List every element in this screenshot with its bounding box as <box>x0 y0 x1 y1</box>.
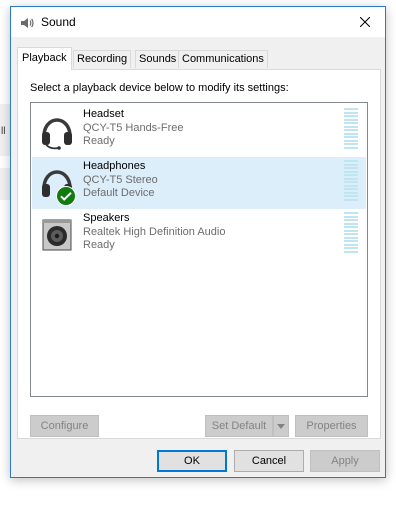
set-default-dropdown[interactable] <box>273 415 289 437</box>
tab-communications[interactable]: Communications <box>178 50 268 68</box>
chevron-down-icon <box>277 423 285 429</box>
device-list[interactable]: Headset QCY-T5 Hands-Free Ready Headphon… <box>30 102 368 397</box>
default-check-icon <box>56 186 76 206</box>
device-status: Ready <box>83 135 115 147</box>
window-title: Sound <box>41 15 76 29</box>
sound-dialog: Sound Playback Recording Sounds Communic… <box>10 6 386 478</box>
set-default-button[interactable]: Set Default <box>205 415 273 437</box>
tab-recording[interactable]: Recording <box>73 50 132 68</box>
device-row-speakers[interactable]: Speakers Realtek High Definition Audio R… <box>32 209 366 261</box>
close-button[interactable] <box>345 7 385 37</box>
device-name: Headphones <box>83 160 146 172</box>
device-name: Headset <box>83 108 124 120</box>
level-meter <box>344 212 358 255</box>
background-app-text: ll <box>1 126 6 137</box>
ok-button[interactable]: OK <box>157 450 227 472</box>
device-status: Default Device <box>83 187 155 199</box>
close-icon <box>360 17 370 27</box>
device-model: QCY-T5 Hands-Free <box>83 121 184 134</box>
cancel-button[interactable]: Cancel <box>234 450 304 472</box>
device-name: Speakers <box>83 212 130 224</box>
configure-button[interactable]: Configure <box>30 415 99 437</box>
device-model: Realtek High Definition Audio <box>83 225 226 238</box>
level-meter <box>344 108 358 151</box>
tab-sounds[interactable]: Sounds <box>135 50 181 68</box>
apply-button[interactable]: Apply <box>310 450 380 472</box>
device-status: Ready <box>83 239 115 251</box>
device-row-headset[interactable]: Headset QCY-T5 Hands-Free Ready <box>32 105 366 157</box>
level-meter <box>344 160 358 203</box>
headset-icon <box>42 118 72 150</box>
tab-playback[interactable]: Playback <box>17 47 72 70</box>
speaker-icon <box>21 18 34 28</box>
device-row-headphones[interactable]: Headphones QCY-T5 Stereo Default Device <box>32 157 366 209</box>
instruction-text: Select a playback device below to modify… <box>30 82 289 94</box>
speaker-box-icon <box>42 219 72 251</box>
device-model: QCY-T5 Stereo <box>83 173 158 186</box>
properties-button[interactable]: Properties <box>295 415 368 437</box>
playback-panel: Select a playback device below to modify… <box>17 69 381 439</box>
title-bar[interactable]: Sound <box>11 7 385 37</box>
